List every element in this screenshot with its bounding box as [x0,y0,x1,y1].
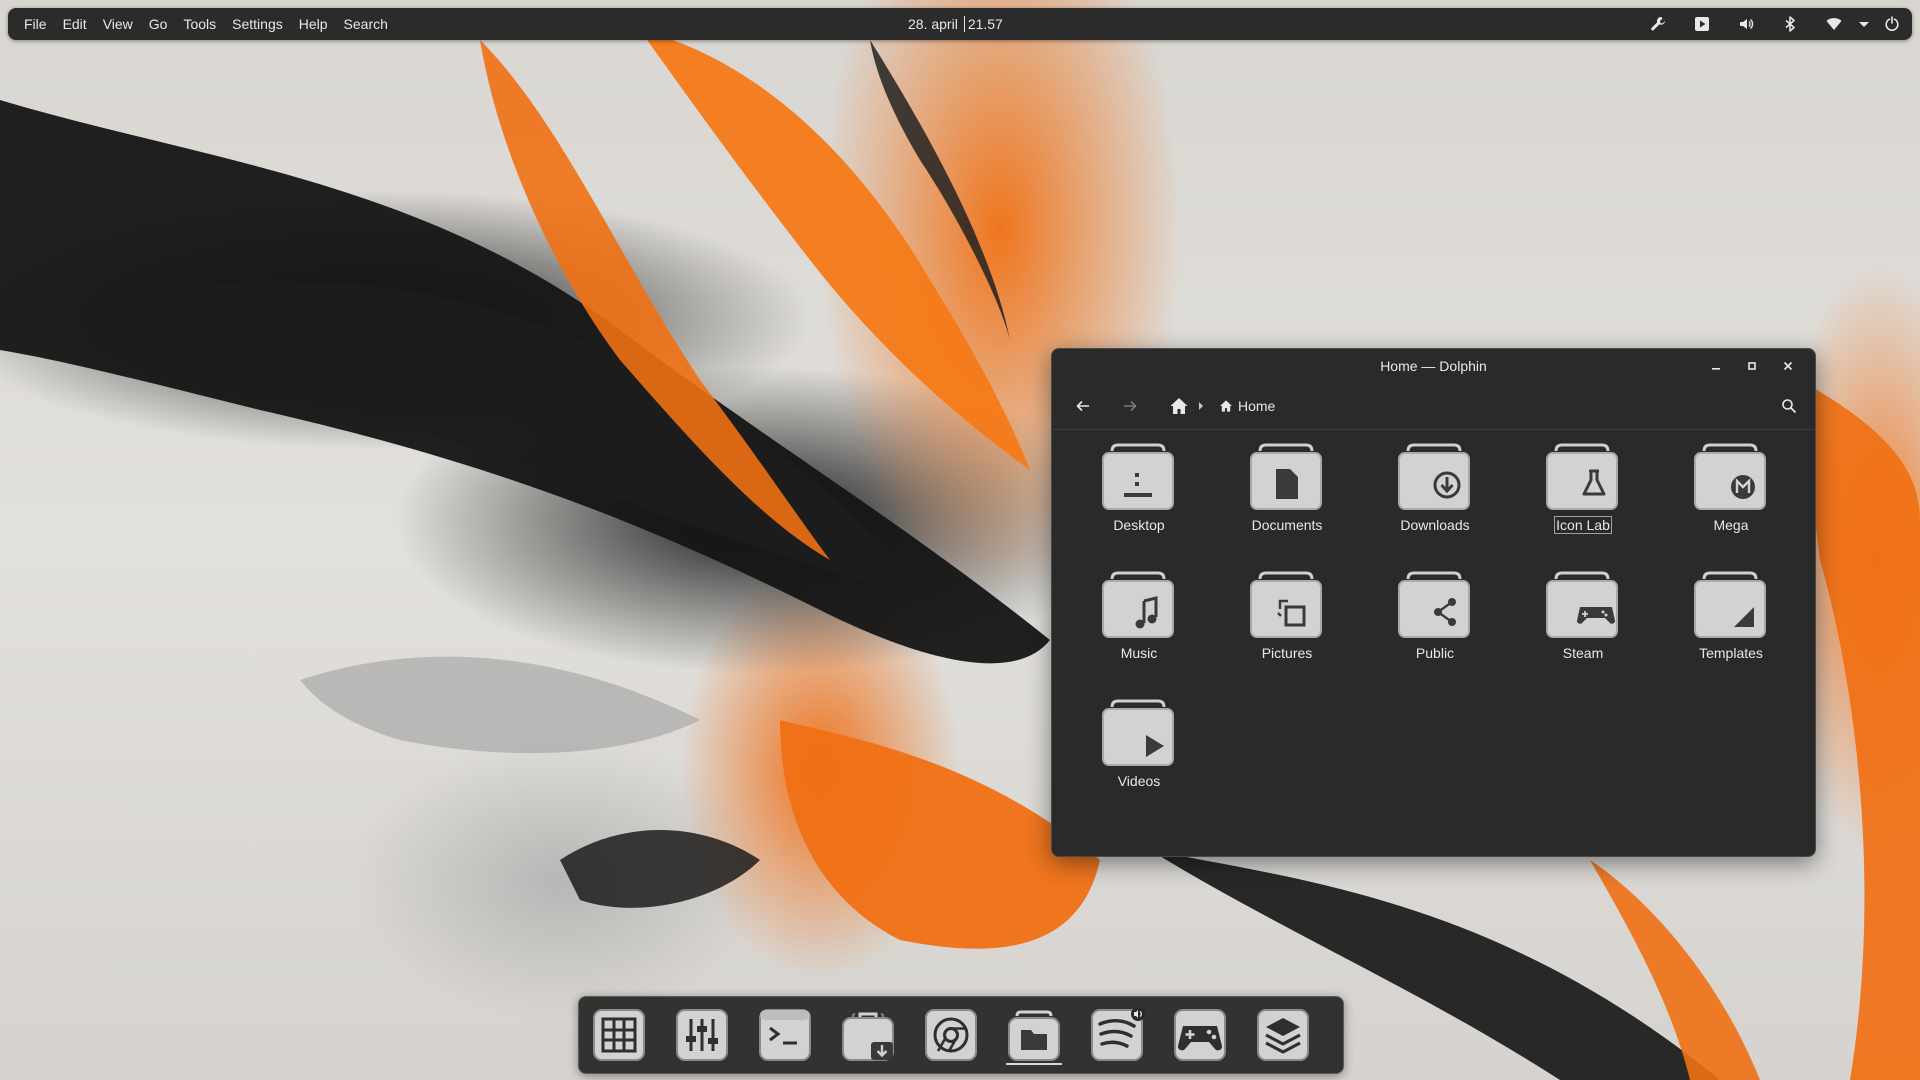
back-button[interactable] [1072,395,1094,417]
dock-app-grid[interactable] [587,1005,651,1065]
menu-file[interactable]: File [16,8,55,40]
menu-tools[interactable]: Tools [175,8,224,40]
home-icon [1170,398,1188,414]
dropdown-arrow-icon[interactable] [1854,8,1874,40]
dock-mixer-settings[interactable] [670,1005,734,1065]
minimize-icon [1712,368,1720,370]
volume-icon[interactable] [1730,8,1762,40]
search-button[interactable] [1778,395,1800,417]
pictures-folder-icon [1250,571,1322,638]
menu-view[interactable]: View [95,8,141,40]
system-tray [1630,8,1904,40]
software-store-icon [842,1012,894,1061]
arrow-right-icon [1124,400,1137,412]
dock [578,996,1344,1074]
breadcrumb-root-button[interactable] [1168,395,1190,417]
folder-mega-label: Mega [1713,517,1749,533]
close-button[interactable] [1779,357,1797,375]
music-folder-icon [1102,571,1174,638]
wrench-icon[interactable] [1642,8,1674,40]
folder-music-label: Music [1120,645,1158,661]
share-folder-icon [1398,571,1470,638]
window-titlebar[interactable]: Home — Dolphin [1052,349,1815,383]
folder-pictures-label: Pictures [1261,645,1313,661]
clock[interactable]: 28. april 21.57 [908,8,1003,40]
dock-terminal[interactable] [753,1005,817,1065]
power-icon[interactable] [1880,8,1904,40]
active-app-indicator [1006,1063,1062,1065]
forward-button[interactable] [1119,395,1141,417]
menu-search[interactable]: Search [336,8,396,40]
folder-documents[interactable]: Documents [1214,441,1342,551]
dock-file-manager[interactable] [1002,1005,1066,1065]
folder-templates[interactable]: Templates [1658,569,1786,679]
dolphin-window: Home — Dolphin Home Desktop Documents Do… [1051,348,1816,857]
flask-folder-icon [1546,443,1618,510]
folder-music[interactable]: Music [1066,569,1194,679]
gamepad-icon [1174,1009,1226,1061]
dock-stack-layers[interactable] [1251,1005,1315,1065]
minimize-button[interactable] [1707,357,1725,375]
downloads-folder-icon [1398,443,1470,510]
breadcrumb-home-label: Home [1238,398,1276,414]
media-play-icon[interactable] [1686,8,1718,40]
dock-gamepad[interactable] [1168,1005,1232,1065]
app-grid-icon [593,1009,645,1061]
folder-videos-label: Videos [1117,773,1161,789]
global-menu: File Edit View Go Tools Settings Help Se… [16,8,396,40]
folder-icon-lab[interactable]: Icon Lab [1510,441,1638,551]
menu-help[interactable]: Help [291,8,336,40]
mixer-settings-icon [676,1009,728,1061]
menu-settings[interactable]: Settings [224,8,291,40]
folder-public[interactable]: Public [1362,569,1490,679]
videos-folder-icon [1102,699,1174,766]
folder-desktop-label: Desktop [1113,517,1165,533]
file-manager-icon [1008,1010,1060,1061]
search-icon [1782,399,1797,414]
menu-edit[interactable]: Edit [55,8,95,40]
stack-layers-icon [1257,1009,1309,1061]
home-small-icon [1220,400,1232,412]
wifi-icon[interactable] [1818,8,1850,40]
chevron-right-icon [1197,399,1205,417]
mega-folder-icon [1694,443,1766,510]
folder-desktop[interactable]: Desktop [1066,441,1194,551]
arrow-left-icon [1076,400,1089,412]
folder-mega[interactable]: Mega [1658,441,1786,551]
maximize-button[interactable] [1743,357,1761,375]
folder-steam[interactable]: Steam [1510,569,1638,679]
dock-chrome-browser[interactable] [919,1005,983,1065]
close-icon [1783,361,1793,371]
folder-icon-lab-label: Icon Lab [1510,516,1656,534]
bluetooth-icon[interactable] [1774,8,1806,40]
folder-pictures[interactable]: Pictures [1214,569,1342,679]
spotify-icon [1091,1007,1145,1061]
folder-documents-label: Documents [1251,517,1323,533]
window-toolbar: Home [1052,383,1815,430]
folder-videos[interactable]: Videos [1066,697,1194,807]
gamepad-folder-icon [1546,571,1618,638]
window-title: Home — Dolphin [1380,358,1487,374]
folder-downloads-label: Downloads [1400,517,1470,533]
folder-downloads[interactable]: Downloads [1362,441,1490,551]
menu-go[interactable]: Go [141,8,176,40]
clock-separator [963,16,965,32]
folder-icon-lab-text: Icon Lab [1554,516,1612,534]
templates-folder-icon [1694,571,1766,638]
desktop-folder-icon [1102,443,1174,510]
terminal-icon [759,1009,811,1061]
chrome-browser-icon [925,1009,977,1061]
documents-folder-icon [1250,443,1322,510]
dock-spotify[interactable] [1085,1005,1149,1065]
clock-time: 21.57 [967,16,1003,32]
clock-date: 28. april [908,16,958,32]
top-panel: File Edit View Go Tools Settings Help Se… [8,8,1912,40]
dock-software-store[interactable] [836,1005,900,1065]
folder-steam-label: Steam [1562,645,1604,661]
folder-public-label: Public [1415,645,1455,661]
breadcrumb-home[interactable]: Home [1219,398,1275,414]
maximize-icon [1748,362,1756,370]
folder-templates-label: Templates [1699,645,1763,661]
